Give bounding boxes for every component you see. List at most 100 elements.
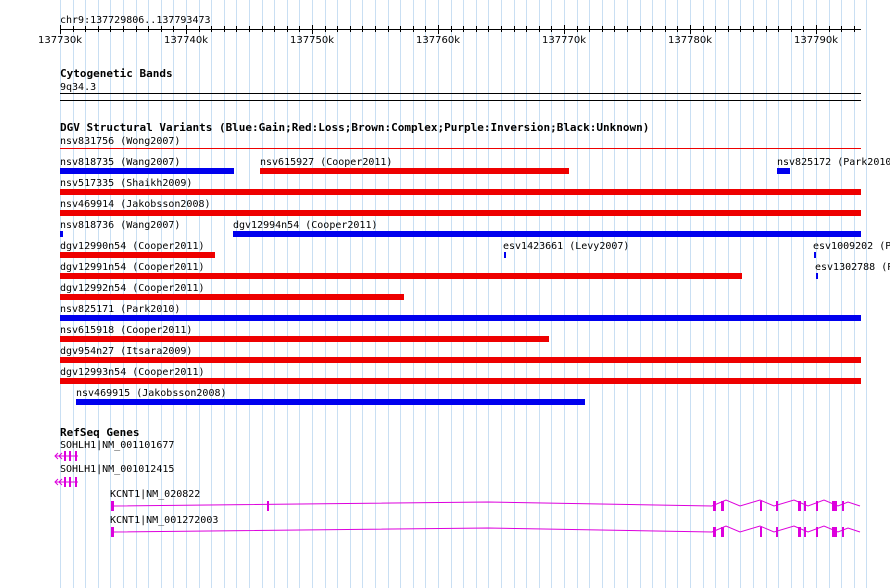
feature-label[interactable]: nsv825171 (Park2010) [60, 304, 180, 315]
ruler-tick [526, 26, 527, 32]
variant-line-loss[interactable] [60, 148, 861, 149]
ruler-tick [652, 26, 653, 32]
ruler-tick [73, 26, 74, 32]
ruler-tick-label: 137790k [794, 35, 838, 46]
ruler-tick-label: 137750k [290, 35, 334, 46]
ruler-tick [451, 26, 452, 32]
ruler-tick [715, 26, 716, 32]
ruler-tick [299, 26, 300, 32]
feature-label[interactable]: nsv615918 (Cooper2011) [60, 325, 192, 336]
variant-bar-loss[interactable] [60, 189, 861, 195]
variant-bar-gain[interactable] [233, 231, 861, 237]
ruler-tick [388, 26, 389, 32]
ruler-tick [123, 26, 124, 32]
gene-model-sohlh1-a[interactable] [52, 450, 82, 462]
ruler-tick [766, 26, 767, 32]
ruler-tick [627, 26, 628, 32]
feature-label[interactable]: nsv469914 (Jakobsson2008) [60, 199, 211, 210]
feature-label[interactable]: dgv12993n54 (Cooper2011) [60, 367, 205, 378]
ruler-tick [249, 26, 250, 32]
gene-model-kcnt1-a[interactable] [108, 498, 863, 514]
ruler-tick [262, 26, 263, 32]
variant-bar-gain[interactable] [504, 252, 506, 258]
ruler-tick [274, 26, 275, 32]
ruler-tick [501, 26, 502, 32]
gene-label[interactable]: SOHLH1|NM_001012415 [60, 464, 174, 475]
ruler-tick [640, 26, 641, 32]
feature-label[interactable]: esv1302788 (P [815, 262, 890, 273]
ruler-tick [602, 26, 603, 32]
ruler-tick [539, 26, 540, 32]
feature-label[interactable]: nsv517335 (Shaikh2009) [60, 178, 192, 189]
ruler-tick [614, 26, 615, 32]
variant-bar-loss[interactable] [60, 252, 215, 258]
ruler-tick [400, 26, 401, 32]
refseq-track-title[interactable]: RefSeq Genes [60, 427, 139, 439]
ruler-tick [791, 26, 792, 32]
ruler-tick [816, 25, 817, 34]
variant-bar-gain[interactable] [777, 168, 790, 174]
feature-label[interactable]: nsv818736 (Wang2007) [60, 220, 180, 231]
variant-bar-gain[interactable] [814, 252, 816, 258]
ruler-tick-label: 137760k [416, 35, 460, 46]
variant-bar-loss[interactable] [60, 357, 861, 363]
ruler-tick [488, 26, 489, 32]
ruler-tick [854, 26, 855, 32]
ruler-tick [287, 26, 288, 32]
ruler-tick [690, 25, 691, 34]
feature-label[interactable]: nsv831756 (Wong2007) [60, 136, 180, 147]
feature-label[interactable]: nsv615927 (Cooper2011) [260, 157, 392, 168]
ruler-tick [186, 25, 187, 34]
ruler-tick [148, 26, 149, 32]
feature-label[interactable]: dgv12994n54 (Cooper2011) [233, 220, 378, 231]
variant-bar-loss[interactable] [60, 210, 861, 216]
variant-bar-loss[interactable] [60, 336, 549, 342]
feature-label[interactable]: nsv818735 (Wang2007) [60, 157, 180, 168]
dgv-track-title[interactable]: DGV Structural Variants (Blue:Gain;Red:L… [60, 122, 649, 134]
feature-label[interactable]: nsv825172 (Park2010) [777, 157, 890, 168]
ruler-tick-label: 137770k [542, 35, 586, 46]
ruler-tick [463, 26, 464, 32]
feature-label[interactable]: dgv12991n54 (Cooper2011) [60, 262, 205, 273]
ruler-tick [236, 26, 237, 32]
ruler-tick [161, 26, 162, 32]
variant-bar-gain[interactable] [816, 273, 818, 279]
ruler-tick [362, 26, 363, 32]
ruler-tick [413, 26, 414, 32]
ruler-tick [778, 26, 779, 32]
feature-label[interactable]: nsv469915 (Jakobsson2008) [76, 388, 227, 399]
variant-bar-gain[interactable] [60, 168, 234, 174]
ruler-tick [312, 25, 313, 34]
gene-model-sohlh1-b[interactable] [52, 476, 82, 488]
ruler-tick-label: 137740k [164, 35, 208, 46]
gene-model-kcnt1-b[interactable] [108, 524, 863, 540]
ruler-tick [703, 26, 704, 32]
variant-bar-loss[interactable] [60, 378, 861, 384]
ruler-tick [564, 25, 565, 34]
ruler-tick [728, 26, 729, 32]
ruler-tick [173, 26, 174, 32]
cytoband-border-bottom [60, 100, 861, 101]
ruler-tick [211, 26, 212, 32]
ruler-tick [677, 26, 678, 32]
ruler-tick [110, 26, 111, 32]
variant-bar-gain[interactable] [60, 315, 861, 321]
feature-label[interactable]: dgv12990n54 (Cooper2011) [60, 241, 205, 252]
variant-bar-loss[interactable] [260, 168, 569, 174]
ruler-tick [224, 26, 225, 32]
feature-label[interactable]: esv1423661 (Levy2007) [503, 241, 629, 252]
variant-bar-gain[interactable] [76, 399, 585, 405]
cytoband-track-title[interactable]: Cytogenetic Bands [60, 68, 173, 80]
feature-label[interactable]: esv1009202 (P [813, 241, 890, 252]
cytoband-label: 9q34.3 [60, 82, 97, 93]
variant-bar-loss[interactable] [60, 294, 404, 300]
variant-bar-gain[interactable] [60, 231, 63, 237]
ruler-tick [589, 26, 590, 32]
feature-label[interactable]: dgv12992n54 (Cooper2011) [60, 283, 205, 294]
genome-browser-panel: chr9:137729806..137793473 137730k 137740… [0, 0, 890, 588]
ruler-tick [753, 26, 754, 32]
ruler-tick [476, 26, 477, 32]
variant-bar-loss[interactable] [60, 273, 742, 279]
ruler-tick [85, 26, 86, 32]
feature-label[interactable]: dgv954n27 (Itsara2009) [60, 346, 192, 357]
